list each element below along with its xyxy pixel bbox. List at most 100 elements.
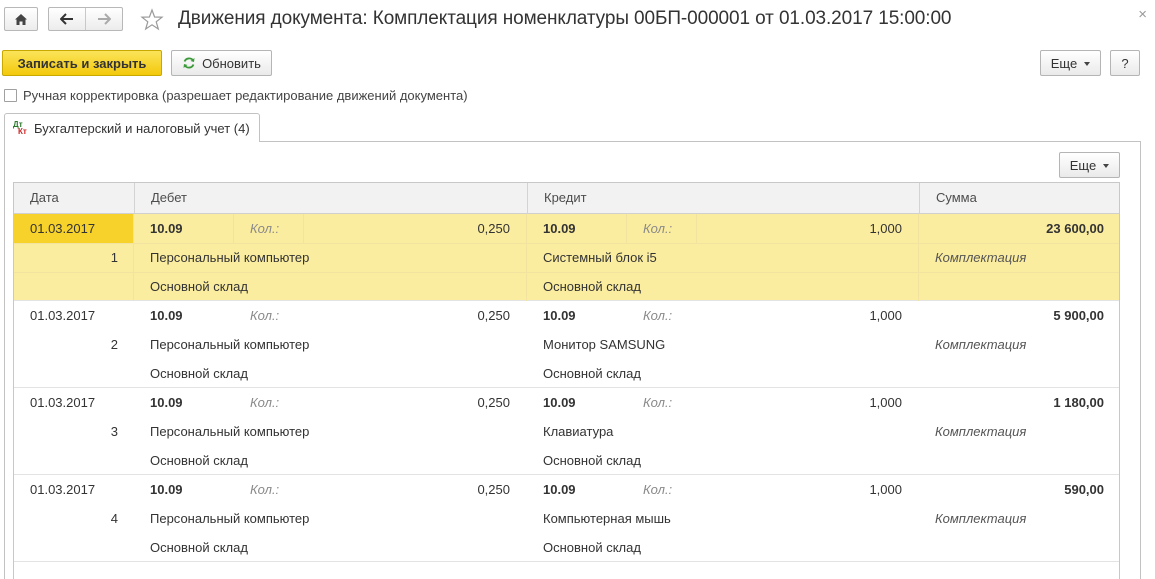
column-header-credit[interactable]: Кредит (527, 183, 919, 213)
debit-account: 10.09 (150, 308, 183, 323)
cell-divider (696, 214, 697, 243)
refresh-icon (183, 57, 195, 69)
records-table[interactable]: Дата Дебет Кредит Сумма 01.03.2017 10.09 К… (13, 182, 1120, 579)
grid-more-label: Еще (1069, 157, 1097, 173)
help-button[interactable]: ? (1110, 50, 1140, 76)
close-icon[interactable]: × (1138, 6, 1147, 23)
cell-divider (526, 214, 527, 301)
row-date: 01.03.2017 (30, 308, 96, 323)
debit-account: 10.09 (150, 221, 183, 236)
credit-warehouse: Основной склад (543, 366, 641, 381)
home-icon (15, 13, 27, 25)
operation-content: Комплектация (935, 424, 1027, 439)
debit-item: Персональный компьютер (150, 337, 310, 352)
operation-content: Комплектация (935, 511, 1027, 526)
command-bar: Записать и закрыть Обновить Еще ? (0, 50, 1155, 78)
chevron-down-icon (1103, 163, 1110, 168)
refresh-button[interactable]: Обновить (171, 50, 272, 76)
debit-qty-label: Кол.: (250, 308, 280, 323)
grid-more-menu-button[interactable]: Еще (1059, 152, 1120, 178)
debit-account: 10.09 (150, 482, 183, 497)
table-row[interactable]: 01.03.2017 10.09 Кол.: 0,250 10.09 Кол.: 1,000… (14, 214, 1119, 301)
amount: 1 180,00 (1053, 395, 1104, 410)
amount: 23 600,00 (1046, 221, 1104, 236)
row-date: 01.03.2017 (30, 482, 96, 497)
credit-item: Компьютерная мышь (543, 511, 671, 526)
credit-qty-label: Кол.: (643, 221, 673, 236)
debit-qty: 0,250 (477, 482, 510, 497)
cell-divider (626, 214, 627, 243)
tab-label: Бухгалтерский и налоговый учет (4) (34, 120, 250, 136)
home-button[interactable] (4, 7, 38, 31)
more-label: Еще (1050, 55, 1078, 71)
credit-qty: 1,000 (869, 308, 902, 323)
debit-qty-label: Кол.: (250, 482, 280, 497)
column-header-sum[interactable]: Сумма (919, 183, 1119, 213)
row-date: 01.03.2017 (30, 221, 96, 236)
row-number: 2 (110, 337, 118, 352)
debit-item: Персональный компьютер (150, 424, 310, 439)
debit-qty: 0,250 (477, 221, 510, 236)
cell-divider (133, 214, 134, 301)
credit-qty-label: Кол.: (643, 482, 673, 497)
credit-account: 10.09 (543, 482, 576, 497)
credit-qty: 1,000 (869, 221, 902, 236)
table-header: Дата Дебет Кредит Сумма (14, 183, 1119, 214)
history-navigation (48, 7, 123, 31)
debit-warehouse: Основной склад (150, 366, 248, 381)
credit-account: 10.09 (543, 221, 576, 236)
credit-qty-label: Кол.: (643, 395, 673, 410)
manual-edit-label: Ручная корректировка (разрешает редактир… (23, 88, 468, 103)
debit-qty: 0,250 (477, 395, 510, 410)
back-button[interactable] (49, 8, 85, 30)
operation-content: Комплектация (935, 250, 1027, 265)
debit-item: Персональный компьютер (150, 250, 310, 265)
row-number: 1 (110, 250, 118, 265)
debit-warehouse: Основной склад (150, 540, 248, 555)
arrow-right-icon (98, 13, 111, 25)
row-date: 01.03.2017 (30, 395, 96, 410)
credit-account: 10.09 (543, 395, 576, 410)
credit-warehouse: Основной склад (543, 279, 641, 294)
refresh-label: Обновить (202, 55, 261, 71)
cell-divider (918, 214, 919, 301)
row-number: 3 (110, 424, 118, 439)
row-number: 4 (110, 511, 118, 526)
arrow-left-icon (60, 13, 73, 25)
debit-credit-icon: Дт Кт (13, 120, 27, 136)
credit-warehouse: Основной склад (543, 540, 641, 555)
debit-item: Персональный компьютер (150, 511, 310, 526)
table-row[interactable]: 01.03.2017 10.09 Кол.: 0,250 10.09 Кол.: 1,000… (14, 475, 1119, 562)
operation-content: Комплектация (935, 337, 1027, 352)
tab-accounting[interactable]: Дт Кт Бухгалтерский и налоговый учет (4) (4, 113, 260, 142)
credit-account: 10.09 (543, 308, 576, 323)
more-menu-button[interactable]: Еще (1040, 50, 1101, 76)
chevron-down-icon (1084, 61, 1091, 66)
title-bar: Движения документа: Комплектация номенкл… (0, 0, 1155, 42)
debit-qty-label: Кол.: (250, 395, 280, 410)
amount: 590,00 (1064, 482, 1104, 497)
debit-warehouse: Основной склад (150, 279, 248, 294)
cell-divider (303, 214, 304, 243)
favorite-star-icon[interactable] (140, 8, 164, 32)
save-and-close-button[interactable]: Записать и закрыть (2, 50, 162, 76)
credit-item: Монитор SAMSUNG (543, 337, 666, 352)
window-title: Движения документа: Комплектация номенкл… (178, 8, 952, 29)
credit-qty: 1,000 (869, 395, 902, 410)
credit-qty-label: Кол.: (643, 308, 673, 323)
credit-item: Системный блок i5 (543, 250, 657, 265)
manual-edit-option[interactable]: Ручная корректировка (разрешает редактир… (4, 88, 468, 103)
debit-warehouse: Основной склад (150, 453, 248, 468)
cell-divider (233, 214, 234, 243)
debit-account: 10.09 (150, 395, 183, 410)
debit-qty-label: Кол.: (250, 221, 280, 236)
table-row[interactable]: 01.03.2017 10.09 Кол.: 0,250 10.09 Кол.: 1,000… (14, 301, 1119, 388)
debit-qty: 0,250 (477, 308, 510, 323)
column-header-debit[interactable]: Дебет (134, 183, 527, 213)
credit-item: Клавиатура (543, 424, 614, 439)
table-row[interactable]: 01.03.2017 10.09 Кол.: 0,250 10.09 Кол.: 1,000… (14, 388, 1119, 475)
forward-button[interactable] (85, 8, 122, 30)
credit-warehouse: Основной склад (543, 453, 641, 468)
column-header-date[interactable]: Дата (14, 183, 134, 213)
manual-edit-checkbox[interactable] (4, 89, 17, 102)
